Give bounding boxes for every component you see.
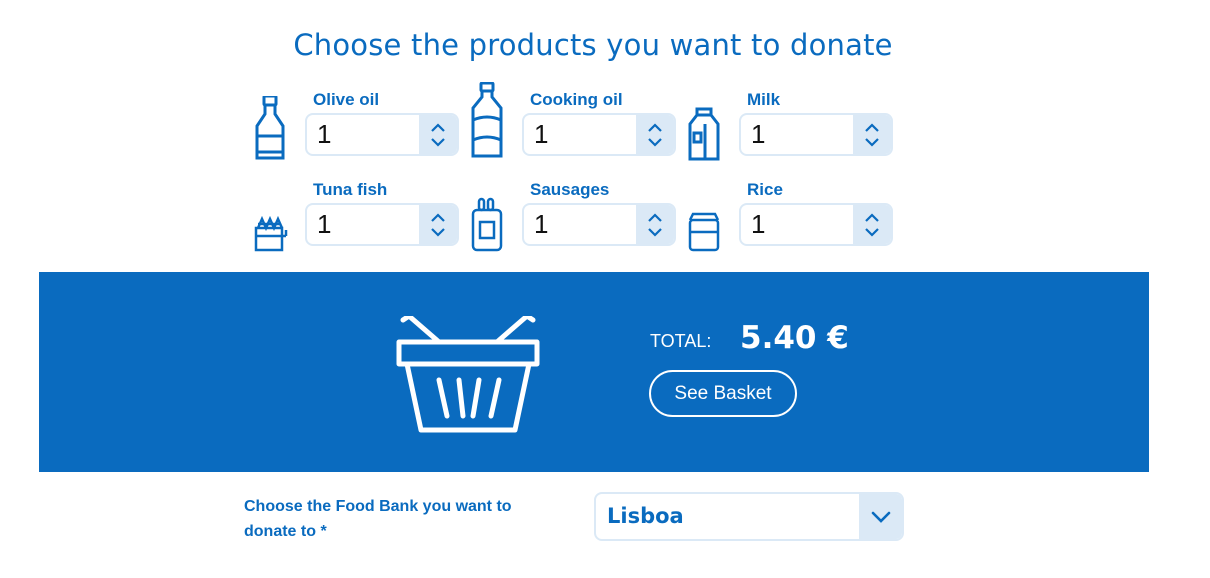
total-banner: TOTAL: 5.40 € See Basket	[39, 272, 1149, 472]
quantity-value[interactable]: 1	[741, 115, 853, 154]
basket-icon	[395, 313, 541, 434]
cooking-oil-bottle-icon	[470, 81, 510, 162]
product-sausages: Sausages 1	[470, 180, 687, 260]
stepper-arrows-icon[interactable]	[853, 115, 891, 154]
rice-package-icon	[687, 186, 727, 260]
quantity-stepper[interactable]: 1	[305, 203, 459, 246]
quantity-stepper[interactable]: 1	[739, 113, 893, 156]
stepper-arrows-icon[interactable]	[636, 115, 674, 154]
page-title: Choose the products you want to donate	[293, 28, 893, 62]
sausages-can-icon	[470, 186, 510, 260]
product-label: Tuna fish	[313, 180, 388, 199]
quantity-value[interactable]: 1	[307, 115, 419, 154]
quantity-value[interactable]: 1	[307, 205, 419, 244]
quantity-value[interactable]: 1	[524, 115, 636, 154]
quantity-stepper[interactable]: 1	[305, 113, 459, 156]
total-label: TOTAL:	[650, 331, 712, 351]
olive-oil-bottle-icon	[253, 94, 293, 170]
chevron-down-icon[interactable]	[859, 494, 902, 539]
food-bank-select[interactable]: Lisboa	[594, 492, 904, 541]
quantity-stepper[interactable]: 1	[522, 203, 676, 246]
quantity-value[interactable]: 1	[524, 205, 636, 244]
product-label: Cooking oil	[530, 90, 623, 109]
food-bank-selected[interactable]: Lisboa	[596, 494, 859, 539]
tuna-can-icon	[253, 186, 293, 260]
product-label: Sausages	[530, 180, 610, 199]
product-label: Milk	[747, 90, 781, 109]
stepper-arrows-icon[interactable]	[419, 115, 457, 154]
total-value: 5.40 €	[740, 320, 849, 356]
quantity-stepper[interactable]: 1	[739, 203, 893, 246]
stepper-arrows-icon[interactable]	[853, 205, 891, 244]
product-cooking-oil: Cooking oil 1	[470, 81, 687, 170]
quantity-stepper[interactable]: 1	[522, 113, 676, 156]
stepper-arrows-icon[interactable]	[636, 205, 674, 244]
product-milk: Milk 1	[687, 90, 904, 170]
product-label: Olive oil	[313, 90, 380, 109]
product-olive-oil: Olive oil 1	[253, 90, 470, 170]
product-rice: Rice 1	[687, 180, 904, 260]
milk-carton-icon	[687, 96, 727, 170]
stepper-arrows-icon[interactable]	[419, 205, 457, 244]
see-basket-button[interactable]: See Basket	[649, 370, 797, 417]
product-label: Rice	[747, 180, 783, 199]
product-tuna-fish: Tuna fish 1	[253, 180, 470, 260]
quantity-value[interactable]: 1	[741, 205, 853, 244]
food-bank-label: Choose the Food Bank you want to donate …	[244, 498, 512, 540]
